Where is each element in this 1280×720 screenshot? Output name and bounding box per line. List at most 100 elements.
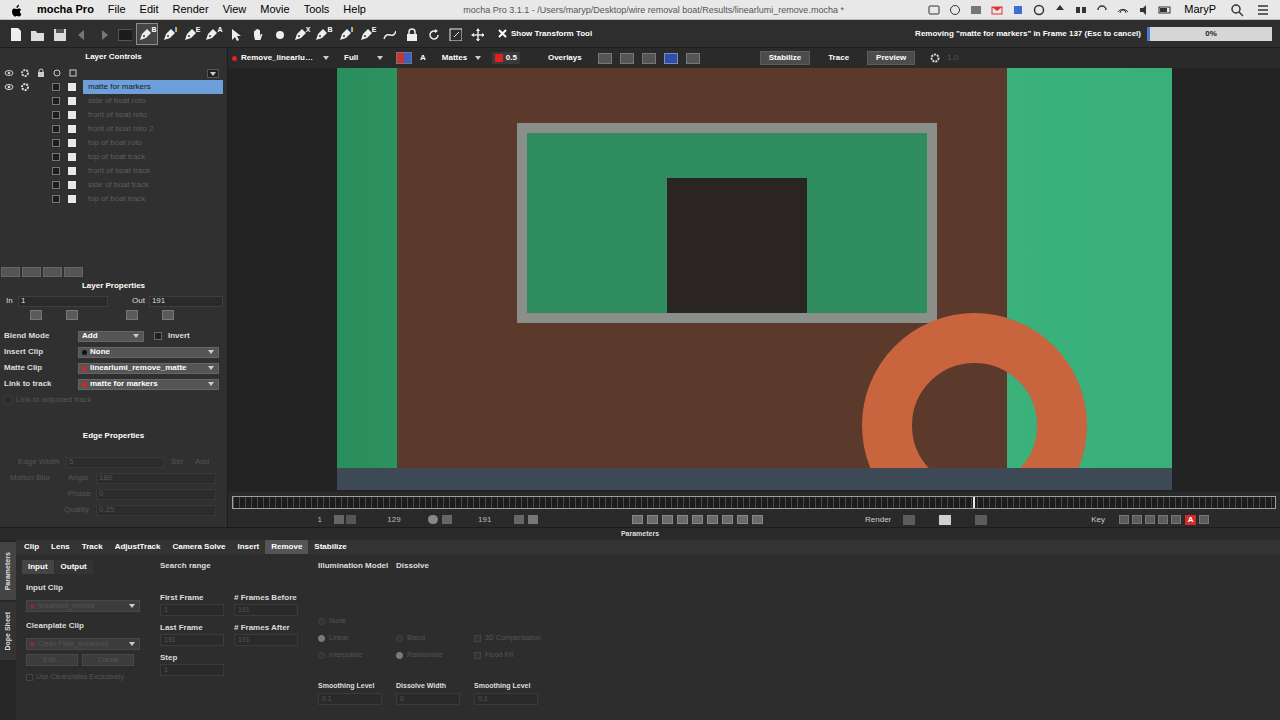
clip-dropdown[interactable]: Remove_linearlumi_ — [232, 52, 330, 64]
layer-checkbox[interactable] — [52, 153, 60, 161]
tool-button[interactable]: I — [334, 23, 356, 45]
tool-button[interactable]: A — [202, 23, 224, 45]
menu-item[interactable]: Help — [343, 1, 366, 18]
layer-row[interactable]: top of boat track — [0, 192, 227, 206]
end-frame[interactable]: 191 — [478, 515, 491, 524]
radio[interactable] — [318, 652, 325, 659]
input-clip-dropdown[interactable]: linearlumi_remove — [26, 600, 140, 612]
layer-row[interactable]: matte for markers — [0, 80, 227, 94]
tool-button[interactable] — [70, 23, 92, 45]
radio[interactable] — [318, 635, 325, 642]
edit-label[interactable]: Edit... — [43, 655, 61, 666]
insert-clip-value[interactable]: None — [90, 346, 110, 358]
input-clip-value[interactable]: linearlumi_remove — [38, 601, 95, 612]
module-tab-label[interactable]: Remove — [271, 541, 302, 553]
menu-item[interactable]: View — [223, 1, 247, 18]
layer-color-box[interactable] — [68, 181, 76, 189]
tool-button[interactable] — [378, 23, 400, 45]
mode-button[interactable]: Stabilize — [760, 51, 810, 65]
in-field[interactable]: 1 — [18, 296, 108, 307]
module-tab-label[interactable]: Clip — [24, 541, 39, 553]
tool-button[interactable] — [466, 23, 488, 45]
playhead[interactable] — [973, 497, 975, 508]
option-label[interactable]: Blend — [407, 633, 425, 644]
set-in-button[interactable] — [334, 515, 344, 524]
layer-name[interactable]: matte for markers — [88, 81, 151, 93]
playback-button[interactable] — [722, 515, 733, 524]
layer-color-box[interactable] — [68, 195, 76, 203]
module-tab[interactable]: Insert — [231, 540, 265, 554]
module-tab[interactable]: Clip — [18, 540, 45, 554]
io-tab-label[interactable]: Input — [28, 561, 48, 573]
link-adjusted-label[interactable]: Link to adjusted track — [16, 394, 92, 406]
param-field[interactable]: 1 — [160, 604, 224, 616]
in-out-button[interactable] — [66, 310, 78, 320]
app-menu[interactable]: mocha Pro — [37, 1, 94, 18]
playback-button[interactable] — [662, 515, 673, 524]
current-frame[interactable]: 129 — [387, 514, 400, 526]
layer-tool-button[interactable] — [1, 267, 20, 277]
tool-button[interactable] — [26, 23, 48, 45]
tool-button[interactable] — [92, 23, 114, 45]
use-cleanplates-label[interactable]: Use Cleanplates Exclusively — [36, 672, 124, 683]
side-tab[interactable]: Parameters — [0, 542, 16, 600]
layer-row[interactable]: front of boat roto 2 — [0, 122, 227, 136]
layer-color-box[interactable] — [68, 139, 76, 147]
field-value[interactable]: 0.1 — [322, 694, 332, 705]
layer-checkbox[interactable] — [52, 83, 60, 91]
menu-item[interactable]: Render — [173, 1, 209, 18]
module-tab-label[interactable]: Insert — [237, 541, 259, 553]
module-tab-label[interactable]: Track — [82, 541, 103, 553]
key-button[interactable] — [1171, 515, 1181, 524]
layer-color-box[interactable] — [68, 153, 76, 161]
checkbox[interactable] — [26, 674, 33, 681]
module-tab-label[interactable]: AdjustTrack — [115, 541, 161, 553]
param-field[interactable]: 0 — [396, 693, 460, 705]
link-to-track-value[interactable]: matte for markers — [90, 378, 158, 390]
mode-label[interactable]: Trace — [828, 52, 849, 64]
link-adjusted-toggle[interactable]: Link to adjusted track — [0, 392, 227, 408]
tool-button[interactable] — [422, 23, 444, 45]
key-button[interactable] — [1199, 515, 1209, 524]
tool-button[interactable]: E — [356, 23, 378, 45]
layer-row[interactable]: front of boat roto — [0, 108, 227, 122]
zoom-in-button[interactable] — [528, 515, 538, 524]
layer-row[interactable]: top of boat track — [0, 150, 227, 164]
clip-value[interactable]: Remove_linearlumi_ — [241, 52, 318, 64]
field-value[interactable]: 0.25 — [99, 504, 115, 516]
field-value[interactable]: 0.1 — [478, 694, 488, 705]
key-button[interactable] — [1158, 515, 1168, 524]
radio[interactable] — [318, 618, 325, 625]
edge-field[interactable]: 180 — [96, 473, 216, 484]
add-button[interactable]: Add — [195, 456, 209, 468]
menu-item[interactable]: File — [108, 1, 126, 18]
io-tab[interactable]: Input — [22, 560, 54, 574]
layer-tool-button[interactable] — [22, 267, 41, 277]
tool-button[interactable] — [400, 23, 422, 45]
set-out-button[interactable] — [442, 515, 452, 524]
layer-name[interactable]: front of boat track — [88, 165, 150, 177]
link-to-track-dropdown[interactable]: matte for markers — [78, 379, 219, 390]
radio-option[interactable]: None — [318, 613, 396, 630]
current-frame-field[interactable]: 129 — [360, 515, 428, 525]
mattes-value[interactable]: Mattes — [442, 52, 467, 64]
tool-button[interactable] — [48, 23, 70, 45]
in-value[interactable]: 1 — [21, 295, 25, 307]
start-frame[interactable]: 1 — [318, 514, 322, 526]
module-tab[interactable]: Track — [76, 540, 109, 554]
param-field[interactable]: 1 — [160, 664, 224, 676]
edge-field[interactable]: 5 — [66, 457, 164, 468]
view-option-button[interactable] — [686, 53, 700, 64]
module-tab-label[interactable]: Stabilize — [314, 541, 346, 553]
radio[interactable] — [396, 652, 403, 659]
edit-button[interactable]: Edit... — [26, 654, 78, 666]
mode-button[interactable]: Trace — [820, 51, 857, 65]
layer-checkbox[interactable] — [52, 125, 60, 133]
invert-checkbox[interactable] — [154, 332, 162, 340]
tool-button[interactable]: B — [136, 23, 158, 45]
playback-button[interactable] — [707, 515, 718, 524]
cleanplate-value[interactable]: Clean Plate_linearlumi — [38, 639, 108, 650]
tool-button[interactable] — [4, 23, 26, 45]
mode-button[interactable]: Preview — [867, 51, 915, 65]
checkbox[interactable] — [474, 652, 481, 659]
